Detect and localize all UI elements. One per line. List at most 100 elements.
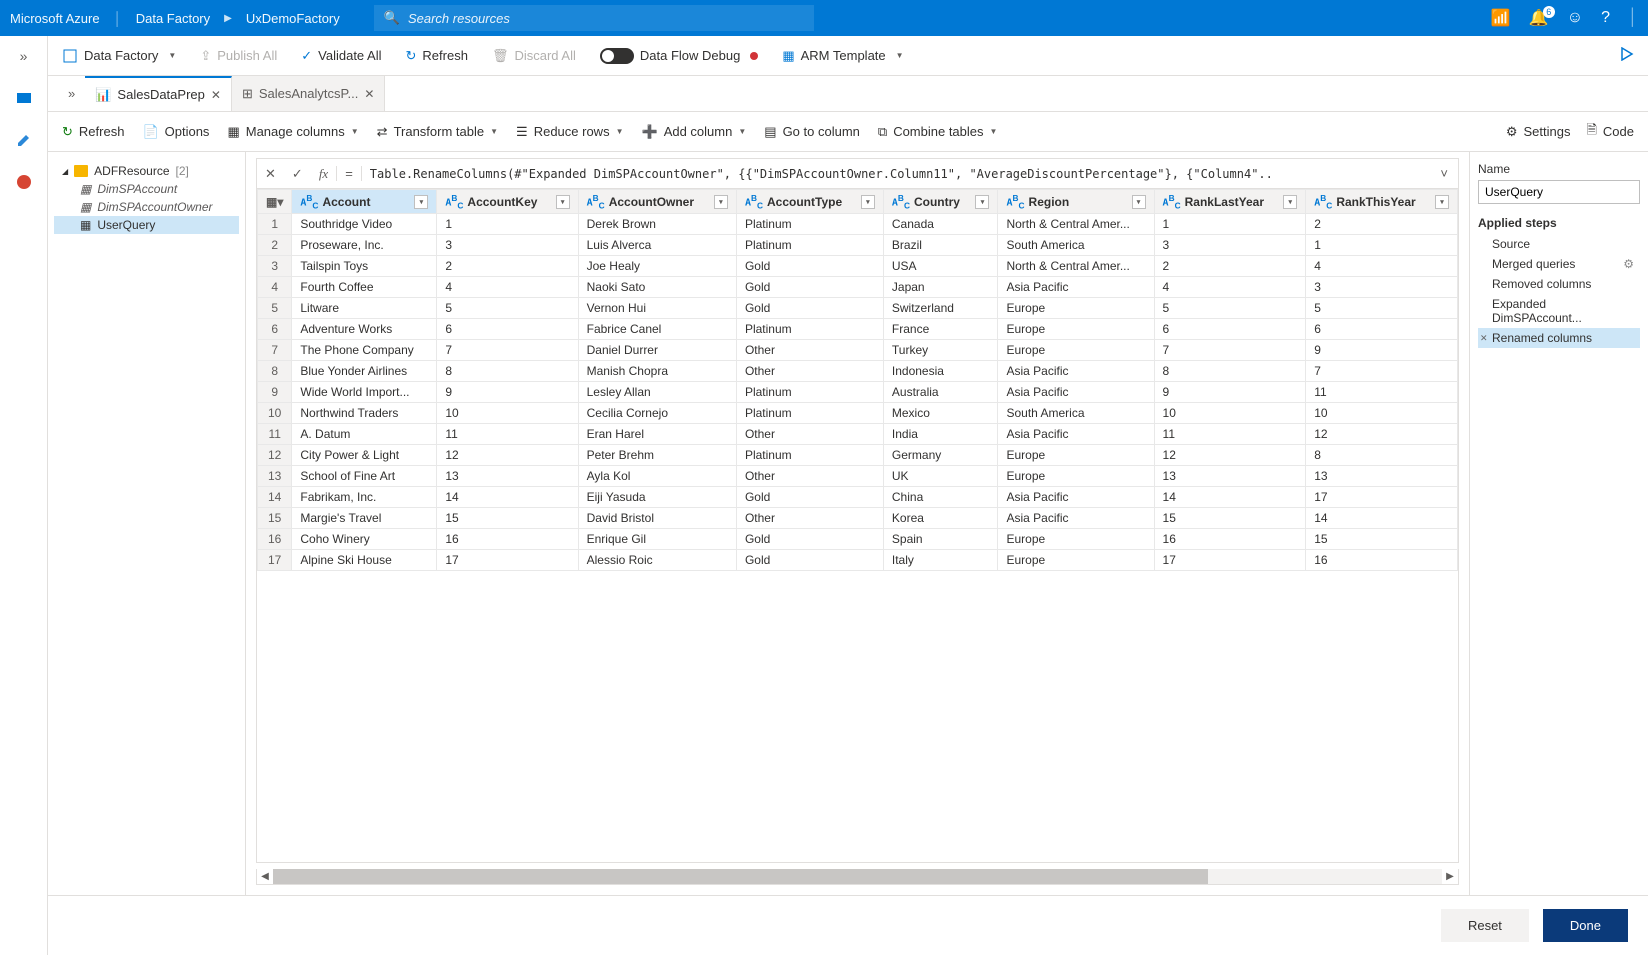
cell[interactable]: Other — [736, 340, 883, 361]
table-row[interactable]: 9Wide World Import...9Lesley AllanPlatin… — [258, 382, 1458, 403]
cell[interactable]: 4 — [1306, 256, 1458, 277]
cell[interactable]: Joe Healy — [578, 256, 736, 277]
cell[interactable]: Gold — [736, 298, 883, 319]
cell[interactable]: Platinum — [736, 214, 883, 235]
cell[interactable]: Coho Winery — [292, 529, 437, 550]
cell[interactable]: Italy — [883, 550, 998, 571]
table-row[interactable]: 14Fabrikam, Inc.14Eiji YasudaGoldChinaAs… — [258, 487, 1458, 508]
cell[interactable]: Germany — [883, 445, 998, 466]
notifications-button[interactable]: 🔔 6 — [1529, 8, 1549, 28]
filter-button[interactable]: ▾ — [1132, 195, 1146, 209]
cell[interactable]: 12 — [1154, 445, 1306, 466]
cell[interactable]: 2 — [437, 256, 578, 277]
cell[interactable]: 14 — [1154, 487, 1306, 508]
close-icon[interactable]: ✕ — [364, 87, 374, 101]
toggle-switch[interactable] — [600, 48, 634, 64]
cell[interactable]: 3 — [437, 235, 578, 256]
cell[interactable]: 8 — [1306, 445, 1458, 466]
horizontal-scrollbar[interactable]: ◀ ▶ — [256, 869, 1459, 885]
feedback-icon[interactable]: ☺ — [1567, 9, 1583, 27]
gear-icon[interactable]: ⚙ — [1623, 257, 1634, 271]
tab-1[interactable]: ⊞SalesAnalytcsP...✕ — [232, 76, 385, 111]
row-number[interactable]: 4 — [258, 277, 292, 298]
filter-button[interactable]: ▾ — [414, 195, 428, 209]
close-icon[interactable]: ✕ — [211, 88, 221, 102]
search-box[interactable]: 🔍 — [374, 5, 814, 31]
cell[interactable]: France — [883, 319, 998, 340]
cell[interactable]: 17 — [437, 550, 578, 571]
cell[interactable]: 4 — [1154, 277, 1306, 298]
discard-all-button[interactable]: 🗑 Discard All — [492, 48, 576, 64]
cell[interactable]: Gold — [736, 529, 883, 550]
cell[interactable]: Asia Pacific — [998, 508, 1154, 529]
arm-template-dropdown[interactable]: ▦ ARM Template ▼ — [782, 48, 903, 64]
cell[interactable]: Australia — [883, 382, 998, 403]
tree-root[interactable]: ◢ ADFResource [2] — [54, 162, 239, 180]
formula-cancel-button[interactable]: ✕ — [257, 166, 284, 182]
row-number[interactable]: 6 — [258, 319, 292, 340]
filter-button[interactable]: ▾ — [714, 195, 728, 209]
refresh-button[interactable]: ↻ Refresh — [406, 48, 468, 64]
cell[interactable]: 17 — [1306, 487, 1458, 508]
cell[interactable]: Europe — [998, 319, 1154, 340]
scroll-left-button[interactable]: ◀ — [257, 871, 273, 882]
cell[interactable]: 13 — [437, 466, 578, 487]
cell[interactable]: 6 — [1306, 319, 1458, 340]
cloud-shell-icon[interactable]: 📶 — [1491, 8, 1511, 28]
row-number[interactable]: 16 — [258, 529, 292, 550]
query-name-input[interactable] — [1478, 180, 1640, 204]
cell[interactable]: Asia Pacific — [998, 277, 1154, 298]
expand-tabs-button[interactable]: » — [58, 86, 85, 101]
formula-expand-button[interactable]: ˅ — [1430, 166, 1458, 181]
cell[interactable]: City Power & Light — [292, 445, 437, 466]
cell[interactable]: Mexico — [883, 403, 998, 424]
rail-edit-icon[interactable] — [10, 126, 38, 154]
cell[interactable]: Fourth Coffee — [292, 277, 437, 298]
cell[interactable]: Northwind Traders — [292, 403, 437, 424]
cell[interactable]: Other — [736, 466, 883, 487]
cell[interactable]: Litware — [292, 298, 437, 319]
applied-step-4[interactable]: ✕Renamed columns — [1478, 328, 1640, 348]
cell[interactable]: Cecilia Cornejo — [578, 403, 736, 424]
cell[interactable]: David Bristol — [578, 508, 736, 529]
cell[interactable]: Naoki Sato — [578, 277, 736, 298]
table-row[interactable]: 16Coho Winery16Enrique GilGoldSpainEurop… — [258, 529, 1458, 550]
table-row[interactable]: 8Blue Yonder Airlines8Manish ChopraOther… — [258, 361, 1458, 382]
reset-button[interactable]: Reset — [1441, 909, 1529, 942]
cell[interactable]: Europe — [998, 340, 1154, 361]
fx-icon[interactable]: fx — [311, 166, 336, 182]
cell[interactable]: Proseware, Inc. — [292, 235, 437, 256]
cell[interactable]: 4 — [437, 277, 578, 298]
cell[interactable]: 15 — [437, 508, 578, 529]
formula-text[interactable]: Table.RenameColumns(#"Expanded DimSPAcco… — [362, 167, 1431, 181]
cell[interactable]: Adventure Works — [292, 319, 437, 340]
cell[interactable]: Tailspin Toys — [292, 256, 437, 277]
cell[interactable]: Korea — [883, 508, 998, 529]
applied-step-2[interactable]: Removed columns — [1478, 274, 1640, 294]
cell[interactable]: Enrique Gil — [578, 529, 736, 550]
table-row[interactable]: 13School of Fine Art13Ayla KolOtherUKEur… — [258, 466, 1458, 487]
expand-rail-button[interactable]: » — [10, 42, 38, 70]
cell[interactable]: A. Datum — [292, 424, 437, 445]
cell[interactable]: 16 — [1306, 550, 1458, 571]
cell[interactable]: Japan — [883, 277, 998, 298]
data-grid[interactable]: ▦▾ABCAccount▾ABCAccountKey▾ABCAccountOwn… — [256, 188, 1459, 863]
cell[interactable]: Other — [736, 508, 883, 529]
cell[interactable]: 3 — [1154, 235, 1306, 256]
tb-goto-column-button[interactable]: ▤ Go to column — [764, 124, 860, 140]
rail-factory-icon[interactable] — [10, 84, 38, 112]
row-number[interactable]: 9 — [258, 382, 292, 403]
tb-reduce-rows-dropdown[interactable]: ☰ Reduce rows ▼ — [516, 124, 623, 140]
scroll-thumb[interactable] — [273, 869, 1208, 884]
cell[interactable]: North & Central Amer... — [998, 214, 1154, 235]
cell[interactable]: Platinum — [736, 319, 883, 340]
breadcrumb-datafactory[interactable]: Data Factory — [136, 11, 210, 26]
cell[interactable]: 14 — [437, 487, 578, 508]
row-number[interactable]: 12 — [258, 445, 292, 466]
cell[interactable]: India — [883, 424, 998, 445]
filter-button[interactable]: ▾ — [1435, 195, 1449, 209]
row-number[interactable]: 10 — [258, 403, 292, 424]
column-header-accountowner[interactable]: ABCAccountOwner▾ — [578, 190, 736, 214]
cell[interactable]: Blue Yonder Airlines — [292, 361, 437, 382]
cell[interactable]: Peter Brehm — [578, 445, 736, 466]
